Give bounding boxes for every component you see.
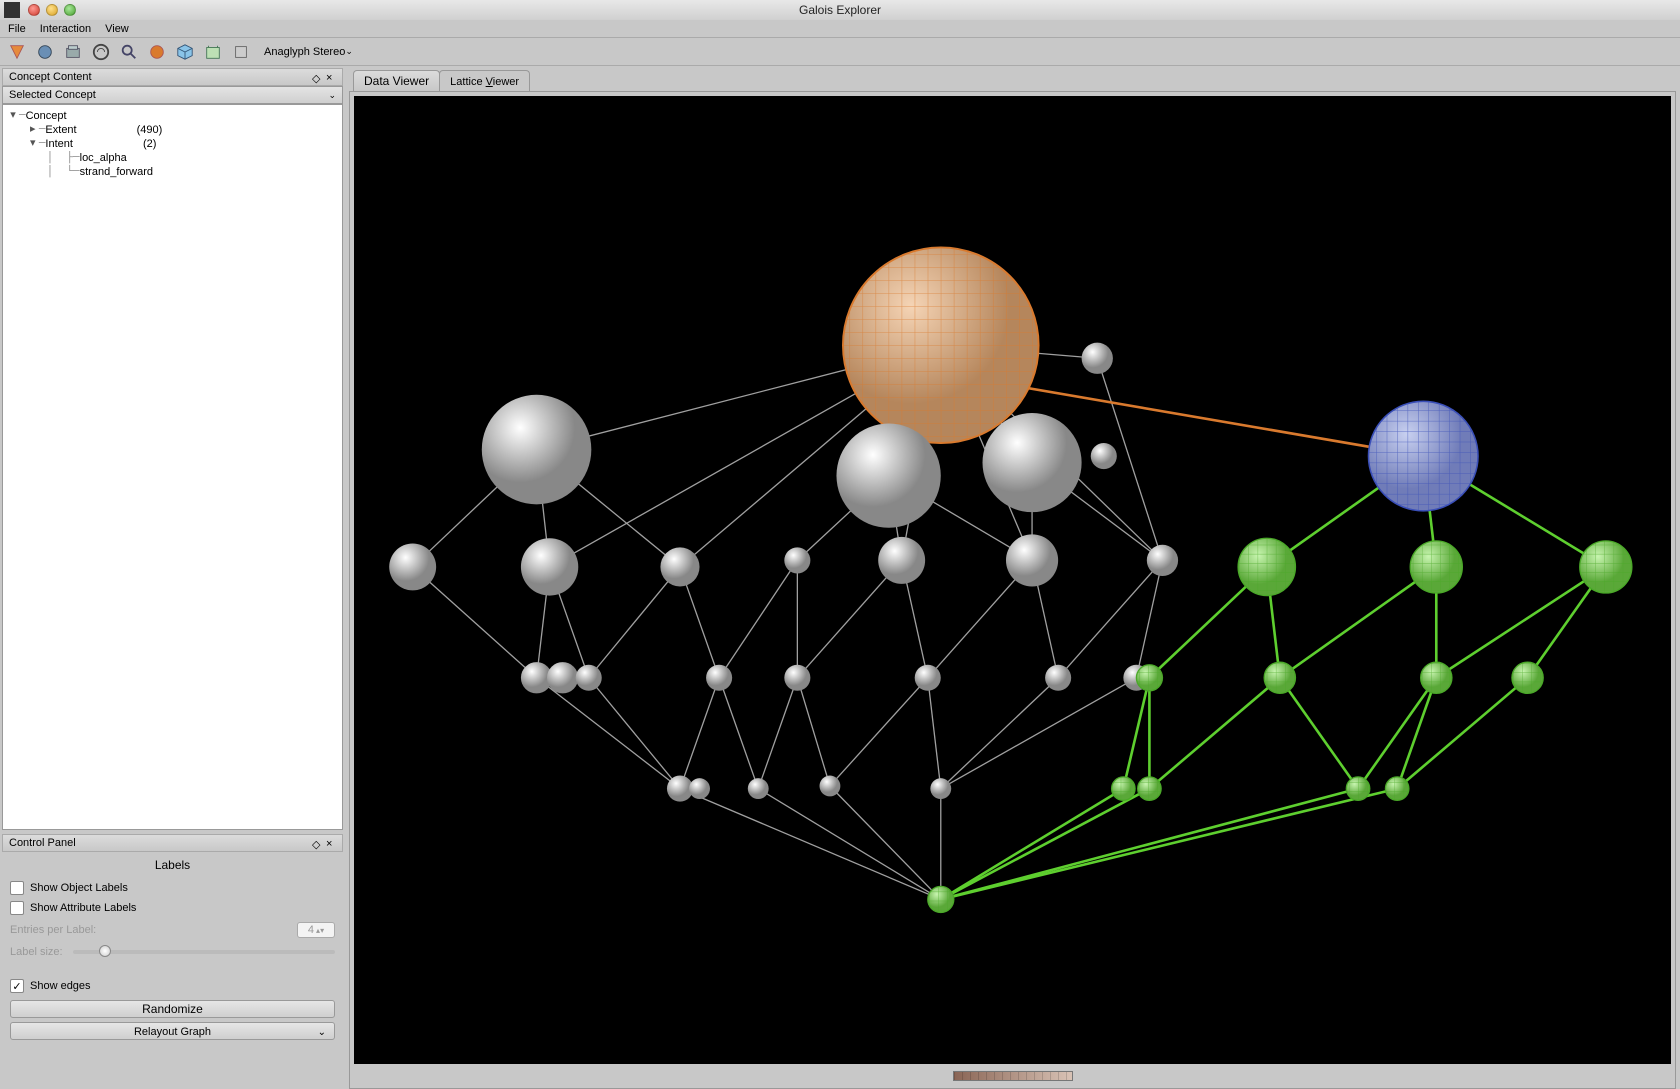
node[interactable]: [820, 776, 841, 797]
relayout-graph-label: Relayout Graph: [134, 1026, 211, 1038]
show-object-labels-row[interactable]: Show Object Labels: [10, 878, 335, 898]
node[interactable]: [1091, 443, 1117, 469]
node[interactable]: [836, 423, 940, 527]
entries-per-label-row: Entries per Label: 4 ▴▾: [10, 918, 335, 942]
node[interactable]: [389, 543, 436, 590]
checkbox-unchecked[interactable]: [10, 881, 24, 895]
label-size-label: Label size:: [10, 946, 63, 958]
toolbar: Anaglyph Stereo ⌄: [0, 38, 1680, 66]
stereo-mode-label: Anaglyph Stereo: [264, 46, 345, 58]
left-sidebar: Concept Content ◇ × Selected Concept ⌄ ▾…: [0, 66, 345, 1050]
pin-icon[interactable]: ◇: [312, 838, 322, 848]
label-size-slider: [73, 950, 335, 954]
node[interactable]: [689, 778, 710, 799]
concept-content-title: Concept Content: [9, 71, 92, 83]
tab-data-viewer[interactable]: Data Viewer: [353, 70, 440, 91]
node[interactable]: [1045, 665, 1071, 691]
node[interactable]: [878, 537, 925, 584]
chevron-down-icon: ⌄: [345, 46, 353, 57]
selected-concept-dropdown[interactable]: Selected Concept ⌄: [2, 86, 343, 104]
checkbox-unchecked[interactable]: [10, 901, 24, 915]
show-edges-label: Show edges: [30, 980, 91, 992]
node[interactable]: [1147, 545, 1178, 576]
tree-row-intent-item[interactable]: │ └─strand_forward: [5, 165, 340, 179]
node[interactable]: [667, 776, 693, 802]
control-panel: Control Panel ◇ × Labels Show Object Lab…: [2, 834, 343, 1048]
labels-section-title: Labels: [10, 856, 335, 878]
node[interactable]: [521, 538, 578, 595]
tool-icon-9[interactable]: [230, 41, 252, 63]
node[interactable]: [784, 665, 810, 691]
window-title: Galois Explorer: [0, 3, 1680, 17]
node[interactable]: [706, 665, 732, 691]
node[interactable]: [1082, 343, 1113, 374]
selected-concept-label: Selected Concept: [9, 89, 96, 101]
tool-icon-2[interactable]: [34, 41, 56, 63]
show-edges-row[interactable]: ✓ Show edges: [10, 976, 335, 996]
stereo-mode-dropdown[interactable]: Anaglyph Stereo ⌄: [264, 46, 353, 58]
node[interactable]: [748, 778, 769, 799]
node[interactable]: [784, 547, 810, 573]
tool-icon-1[interactable]: [6, 41, 28, 63]
entries-per-label-label: Entries per Label:: [10, 924, 96, 936]
tree-row-intent[interactable]: ▾─Intent(2): [5, 137, 340, 151]
control-panel-header: Control Panel ◇ ×: [2, 834, 343, 852]
node[interactable]: [930, 778, 951, 799]
concept-content-panel: Concept Content ◇ × Selected Concept ⌄ ▾…: [2, 68, 343, 830]
label-size-row: Label size:: [10, 942, 335, 962]
tree-row-concept[interactable]: ▾─Concept: [5, 109, 340, 123]
tool-icon-4[interactable]: [90, 41, 112, 63]
tool-zoom-icon[interactable]: [118, 41, 140, 63]
menu-file[interactable]: File: [8, 23, 26, 35]
node[interactable]: [660, 547, 699, 586]
progress-indicator: [953, 1071, 1073, 1081]
viewer-frame: [349, 91, 1676, 1089]
tool-icon-6[interactable]: [146, 41, 168, 63]
viewer-bottom-bar: [354, 1068, 1671, 1084]
chevron-down-icon: ⌄: [328, 90, 336, 101]
node[interactable]: [1006, 534, 1058, 586]
tool-cube-icon[interactable]: [174, 41, 196, 63]
checkbox-checked[interactable]: ✓: [10, 979, 24, 993]
menu-interaction[interactable]: Interaction: [40, 23, 91, 35]
tree-row-extent[interactable]: ▸─Extent(490): [5, 123, 340, 137]
viewer-area: Data Viewer Lattice Viewer: [345, 66, 1680, 1050]
randomize-button[interactable]: Randomize: [10, 1000, 335, 1018]
show-attribute-labels-label: Show Attribute Labels: [30, 902, 136, 914]
lattice-svg: [354, 96, 1671, 1064]
node[interactable]: [983, 413, 1082, 512]
tree-row-intent-item[interactable]: │ ├─loc_alpha: [5, 151, 340, 165]
node[interactable]: [482, 395, 592, 505]
tool-icon-3[interactable]: [62, 41, 84, 63]
show-attribute-labels-row[interactable]: Show Attribute Labels: [10, 898, 335, 918]
nodes-green-l3: [1136, 662, 1543, 693]
slider-thumb: [99, 945, 111, 957]
tool-icon-8[interactable]: [202, 41, 224, 63]
main-area: Concept Content ◇ × Selected Concept ⌄ ▾…: [0, 66, 1680, 1050]
node-top-mesh: [843, 247, 1039, 443]
node[interactable]: [547, 662, 578, 693]
nodes-green-l4: [1112, 777, 1409, 800]
menubar: File Interaction View: [0, 20, 1680, 38]
lattice-3d-viewer[interactable]: [354, 96, 1671, 1064]
concept-tree[interactable]: ▾─Concept ▸─Extent(490) ▾─Intent(2) │ ├─…: [2, 104, 343, 830]
show-object-labels-label: Show Object Labels: [30, 882, 128, 894]
entries-per-label-field: 4 ▴▾: [297, 922, 335, 938]
node[interactable]: [576, 665, 602, 691]
node[interactable]: [915, 665, 941, 691]
pin-icon[interactable]: ◇: [312, 72, 322, 82]
menu-view[interactable]: View: [105, 23, 129, 35]
close-icon[interactable]: ×: [326, 72, 336, 82]
viewer-tabs: Data Viewer Lattice Viewer: [353, 70, 1676, 91]
tab-lattice-viewer[interactable]: Lattice Viewer: [439, 70, 530, 91]
control-panel-title: Control Panel: [9, 837, 76, 849]
node-blue-mesh: [1368, 401, 1478, 511]
relayout-graph-button[interactable]: Relayout Graph ⌄: [10, 1022, 335, 1040]
close-icon[interactable]: ×: [326, 838, 336, 848]
concept-content-header: Concept Content ◇ ×: [2, 68, 343, 86]
chevron-down-icon: ⌄: [318, 1025, 326, 1041]
titlebar: Galois Explorer: [0, 0, 1680, 20]
